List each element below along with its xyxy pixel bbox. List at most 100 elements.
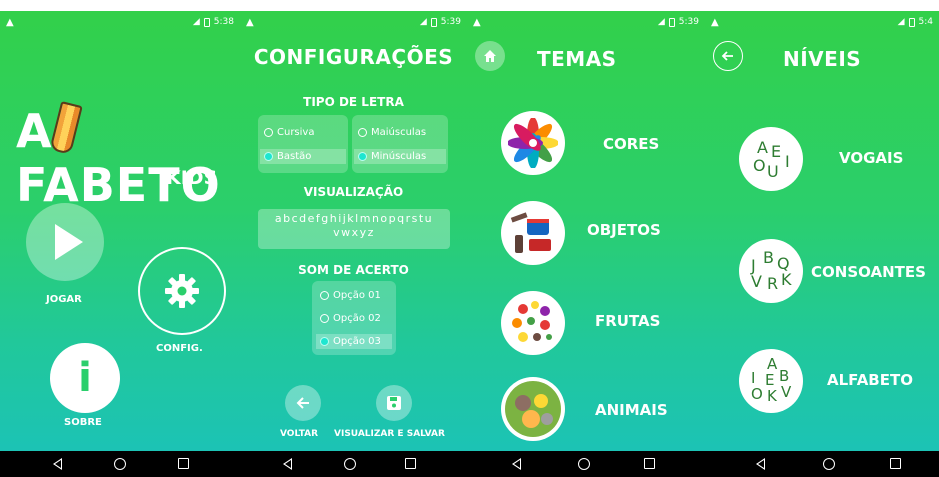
config-screen: ▲ ◢ 5:39 CONFIGURAÇÕES TIPO DE LETRA Curs… [240,11,467,451]
preview-box: abcdefghijklmnopqrstu vwxyz [258,209,450,249]
level-consonants-label: CONSOANTES [811,263,926,281]
font-type-label: TIPO DE LETRA [303,95,404,109]
play-button[interactable] [26,203,104,281]
option-label: Opção 01 [333,290,381,301]
sound-option-1[interactable]: Opção 01 [316,288,385,303]
save-label: VISUALIZAR E SALVAR [334,429,445,439]
theme-fruits-button[interactable] [501,291,565,355]
letter-glyph: K [781,270,792,289]
back-triangle-icon[interactable] [756,458,765,470]
about-label: SOBRE [64,417,102,428]
level-vowels-label: VOGAIS [839,149,904,167]
signal-icon: ◢ [192,17,200,27]
back-triangle-icon[interactable] [283,458,292,470]
clock: 5:4 [918,17,933,27]
warning-icon: ▲ [246,16,254,28]
theme-colors-label: CORES [603,135,660,153]
back-button[interactable] [285,385,321,421]
back-triangle-icon[interactable] [512,458,521,470]
theme-colors-button[interactable] [501,111,565,175]
levels-screen: ▲ ◢ 5:4 NÍVEIS A E O U I VOGAIS J B Q V R [705,11,939,451]
preview-label: VISUALIZAÇÃO [303,185,404,199]
radio-icon [320,291,329,300]
letter-glyph: E [771,142,781,161]
warning-icon: ▲ [711,16,719,28]
theme-animals-button[interactable] [501,377,565,441]
theme-objects-button[interactable] [501,201,565,265]
back-label: VOLTAR [280,429,319,439]
radio-selected-icon [320,337,329,346]
home-circle-icon[interactable] [114,458,126,470]
letter-glyph: V [781,383,792,401]
status-bar: ▲ ◢ 5:39 [240,11,467,33]
config-button[interactable] [138,247,226,335]
home-circle-icon[interactable] [823,458,835,470]
signal-icon: ◢ [897,17,905,27]
clock: 5:39 [440,17,461,27]
signal-icon: ◢ [657,17,665,27]
recents-square-icon[interactable] [644,458,655,469]
app-logo: AFABETO [16,101,240,212]
back-button[interactable] [713,41,743,71]
home-button[interactable] [475,41,505,71]
option-cursiva[interactable]: Cursiva [260,125,318,140]
vowels-letters-icon: A E O U I [753,138,790,181]
app-subtitle: KIDS [166,167,218,189]
letter-glyph: O [753,156,766,175]
theme-objects-label: OBJETOS [587,221,661,239]
arrow-left-icon [721,51,733,61]
page-title: CONFIGURAÇÕES [253,45,454,69]
level-alphabet-label: ALFABETO [827,371,913,389]
sound-label: SOM DE ACERTO [298,263,409,277]
option-label: Bastão [277,151,312,162]
page-title: NÍVEIS [783,47,862,71]
battery-icon [203,17,210,27]
level-alphabet-button[interactable]: A I E B O K V [739,349,803,413]
play-label: JOGAR [46,294,82,305]
back-triangle-icon[interactable] [53,458,62,470]
option-label: Minúsculas [371,151,427,162]
theme-animals-label: ANIMAIS [595,401,668,419]
option-minusculas[interactable]: Minúsculas [354,149,446,164]
gear-icon [165,274,199,308]
option-label: Opção 02 [333,313,381,324]
play-icon [55,224,83,260]
warning-icon: ▲ [473,16,481,28]
alphabet-letters-icon: A I E B O K V [751,355,792,405]
letter-glyph: K [767,387,778,405]
objects-icon [510,212,551,253]
system-nav-bar [0,451,939,477]
home-circle-icon[interactable] [344,458,356,470]
level-vowels-button[interactable]: A E O U I [739,127,803,191]
level-consonants-button[interactable]: J B Q V R K [739,239,803,303]
option-label: Maiúsculas [371,127,427,138]
color-wheel-icon [508,118,558,168]
status-bar: ▲ ◢ 5:39 [467,11,705,33]
letter-glyph: U [767,162,779,181]
status-bar: ▲ ◢ 5:38 [0,11,240,33]
recents-square-icon[interactable] [405,458,416,469]
home-screen: ▲ ◢ 5:38 AFABETO KIDS JOGAR CONFIG. i SO… [0,11,240,451]
letter-glyph: V [751,272,762,291]
save-button[interactable] [376,385,412,421]
config-label: CONFIG. [156,343,203,354]
home-circle-icon[interactable] [578,458,590,470]
sound-option-2[interactable]: Opção 02 [316,311,385,326]
case-style-group [352,115,448,173]
radio-selected-icon [358,152,367,161]
signal-icon: ◢ [419,17,427,27]
recents-square-icon[interactable] [890,458,901,469]
animals-icon [505,381,561,437]
clock: 5:39 [678,17,699,27]
logo-text-start: A [16,104,53,158]
about-button[interactable]: i [50,343,120,413]
battery-icon [668,17,675,27]
letter-glyph: R [767,274,778,293]
recents-square-icon[interactable] [178,458,189,469]
option-maiusculas[interactable]: Maiúsculas [354,125,430,140]
themes-screen: ▲ ◢ 5:39 TEMAS CORES OBJETOS FRUTAS ANIM… [467,11,705,451]
option-bastao[interactable]: Bastão [260,149,346,164]
letter-glyph: B [763,248,774,267]
sound-option-3[interactable]: Opção 03 [316,334,392,349]
radio-icon [264,128,273,137]
